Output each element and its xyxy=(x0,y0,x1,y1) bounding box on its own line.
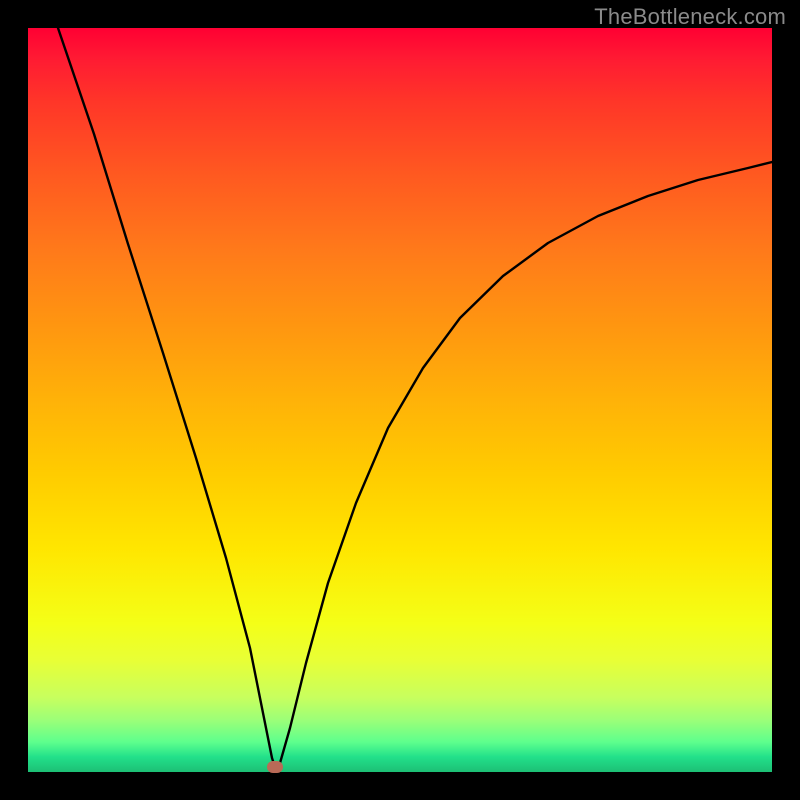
plot-area xyxy=(28,28,772,772)
optimum-marker xyxy=(267,761,283,773)
watermark-text: TheBottleneck.com xyxy=(594,4,786,30)
bottleneck-curve xyxy=(58,28,772,767)
chart-svg xyxy=(28,28,772,772)
